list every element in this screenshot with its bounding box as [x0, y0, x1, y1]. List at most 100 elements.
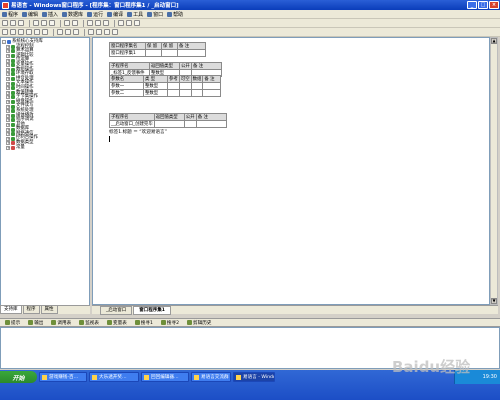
same-height-icon[interactable]: [65, 29, 71, 35]
taskbar-task-2[interactable]: 回回编辑器…: [141, 372, 189, 382]
save-icon[interactable]: [18, 20, 24, 26]
table-cell[interactable]: 类 型: [143, 75, 168, 83]
table-cell[interactable]: 整数型: [143, 89, 168, 97]
bottom-tab-3[interactable]: 监视表: [76, 320, 102, 326]
align-left-icon[interactable]: [2, 29, 8, 35]
bottom-tab-1[interactable]: 输出: [25, 320, 46, 326]
table-cell[interactable]: [190, 82, 204, 90]
align-center-icon[interactable]: [10, 29, 16, 35]
maximize-button[interactable]: □: [478, 1, 488, 9]
cut-icon[interactable]: [33, 20, 39, 26]
table-cell[interactable]: 参考: [167, 75, 180, 83]
table-cell[interactable]: 子程序名: [109, 62, 150, 70]
left-tab-0[interactable]: 支持库: [0, 306, 22, 314]
menu-item-3[interactable]: 数据库: [62, 11, 83, 18]
align-right-icon[interactable]: [18, 29, 24, 35]
table-cell[interactable]: 子程序名: [109, 113, 155, 121]
expand-icon[interactable]: +: [6, 113, 10, 118]
replace-icon[interactable]: [126, 20, 132, 26]
expand-icon[interactable]: -: [2, 40, 6, 45]
help-icon[interactable]: [134, 20, 140, 26]
expand-icon[interactable]: +: [6, 118, 10, 123]
expand-icon[interactable]: +: [6, 145, 10, 150]
expand-icon[interactable]: +: [6, 67, 10, 72]
undo-icon[interactable]: [64, 20, 70, 26]
minimize-button[interactable]: _: [467, 1, 477, 9]
scroll-up-arrow-icon[interactable]: ▲: [491, 38, 497, 44]
table-cell[interactable]: 窗口程序集名: [109, 42, 146, 50]
expand-icon[interactable]: +: [6, 77, 10, 82]
same-width-icon[interactable]: [57, 29, 63, 35]
new-file-icon[interactable]: [2, 20, 8, 26]
left-tab-1[interactable]: 程序: [22, 306, 40, 314]
table-cell[interactable]: 窗口程序集1: [109, 49, 146, 57]
taskbar-task-1[interactable]: 大乐透开奖…: [89, 372, 139, 382]
table-cell[interactable]: 保 留: [161, 42, 178, 50]
table-cell[interactable]: 返回值类型: [149, 62, 180, 70]
expand-icon[interactable]: +: [6, 44, 10, 49]
table-cell[interactable]: __启动窗口_创建完毕: [109, 120, 155, 128]
menu-item-7[interactable]: 窗口: [147, 11, 163, 18]
bottom-tab-7[interactable]: 剪辑历史: [184, 320, 214, 326]
table-cell[interactable]: [145, 49, 162, 57]
expand-icon[interactable]: +: [6, 127, 10, 132]
table-cell[interactable]: [183, 120, 197, 128]
table-cell[interactable]: 备 注: [195, 113, 227, 121]
editor-vertical-scrollbar[interactable]: ▲ ▼: [490, 37, 498, 305]
copy-icon[interactable]: [41, 20, 47, 26]
code-line[interactable]: 标签1.标题 ＝ “欢迎易语言”: [109, 129, 167, 135]
bottom-tab-0[interactable]: 提示: [2, 320, 23, 326]
table-cell[interactable]: 参数名: [109, 75, 144, 83]
table-cell[interactable]: [202, 82, 222, 90]
table-cell[interactable]: [167, 82, 180, 90]
stop-icon[interactable]: [95, 20, 101, 26]
expand-icon[interactable]: +: [6, 95, 10, 100]
table-cell[interactable]: [153, 120, 185, 128]
table-cell[interactable]: 可空: [178, 75, 192, 83]
editor-tab-1[interactable]: 窗口程序集1: [133, 305, 171, 315]
table-cell[interactable]: [190, 89, 204, 97]
bottom-tab-2[interactable]: 调用表: [48, 320, 74, 326]
table-cell[interactable]: [195, 120, 227, 128]
menu-item-4[interactable]: 运行: [87, 11, 103, 18]
expand-icon[interactable]: +: [6, 100, 10, 105]
table-cell[interactable]: 备 注: [202, 75, 222, 83]
taskbar-task-4[interactable]: 易语言 - Windows…: [233, 372, 275, 382]
space-horizontal-icon[interactable]: [88, 29, 94, 35]
expand-icon[interactable]: +: [6, 86, 10, 91]
menu-item-0[interactable]: 程序: [2, 11, 18, 18]
table-cell[interactable]: 公开: [179, 62, 192, 70]
table-cell[interactable]: 数组: [190, 75, 204, 83]
menu-item-8[interactable]: 帮助: [167, 11, 183, 18]
expand-icon[interactable]: +: [6, 141, 10, 146]
expand-icon[interactable]: +: [6, 63, 10, 68]
expand-icon[interactable]: +: [6, 104, 10, 109]
tree-item[interactable]: + 常量: [2, 145, 88, 151]
same-size-icon[interactable]: [73, 29, 79, 35]
align-top-icon[interactable]: [26, 29, 32, 35]
bottom-tab-6[interactable]: 搜寻2: [158, 320, 182, 326]
expand-icon[interactable]: +: [6, 122, 10, 127]
left-tab-2[interactable]: 属性: [40, 306, 58, 314]
bottom-tab-4[interactable]: 变量表: [104, 320, 130, 326]
code-editor[interactable]: 窗口程序集名保 留保 留备 注窗口程序集1 子程序名 返回值类型 公开备 注 _标签1…: [92, 37, 490, 305]
center-horizontal-icon[interactable]: [104, 29, 110, 35]
align-middle-icon[interactable]: [34, 29, 40, 35]
table-cell[interactable]: 公开: [183, 113, 197, 121]
table-cell[interactable]: 参数一: [109, 82, 144, 90]
menu-item-5[interactable]: 编译: [107, 11, 123, 18]
table-cell[interactable]: 保 留: [145, 42, 162, 50]
start-button[interactable]: 开始: [0, 371, 37, 383]
menu-item-6[interactable]: 工具: [127, 11, 143, 18]
center-vertical-icon[interactable]: [112, 29, 118, 35]
taskbar-task-3[interactable]: 易语言交流群: [191, 372, 231, 382]
scroll-down-arrow-icon[interactable]: ▼: [491, 298, 497, 304]
taskbar-task-0[interactable]: 游戏赚钱-百…: [39, 372, 87, 382]
find-icon[interactable]: [118, 20, 124, 26]
table-cell[interactable]: 参数二: [109, 89, 144, 97]
expand-icon[interactable]: +: [6, 58, 10, 63]
expand-icon[interactable]: +: [6, 109, 10, 114]
paste-icon[interactable]: [49, 20, 55, 26]
space-vertical-icon[interactable]: [96, 29, 102, 35]
menu-item-2[interactable]: 插入: [42, 11, 58, 18]
